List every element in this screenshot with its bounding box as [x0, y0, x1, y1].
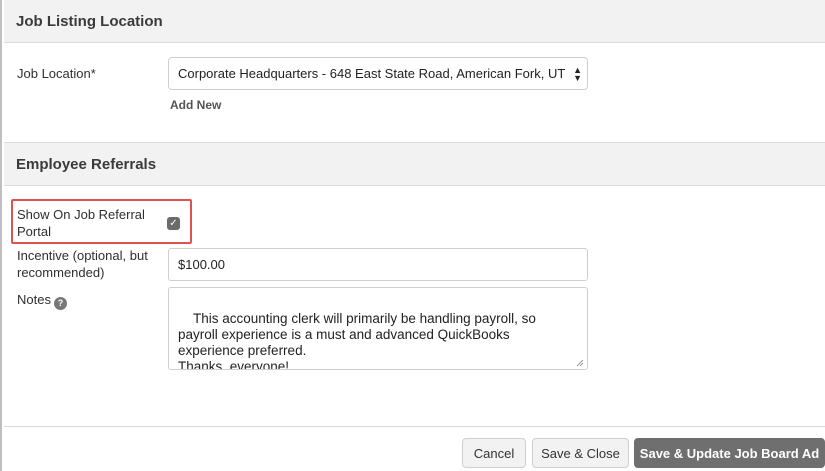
job-location-label: Job Location*: [17, 66, 96, 81]
notes-label: Notes?: [17, 291, 67, 310]
label-line: Show On Job Referral: [17, 207, 145, 222]
footer-divider: [4, 426, 825, 427]
incentive-label: Incentive (optional, but recommended): [17, 247, 148, 281]
incentive-value: $100.00: [178, 257, 225, 272]
section-header-job-listing-location: Job Listing Location: [4, 0, 825, 43]
add-new-location-link[interactable]: Add New: [170, 98, 221, 112]
form-panel: Job Listing Location Job Location* Corpo…: [0, 0, 825, 471]
check-icon: ✓: [169, 217, 178, 229]
section-header-employee-referrals: Employee Referrals: [4, 142, 825, 186]
job-location-selected-value: Corporate Headquarters - 648 East State …: [178, 66, 566, 81]
label-line: Incentive (optional, but: [17, 248, 148, 263]
section-title: Employee Referrals: [16, 155, 157, 173]
show-on-referral-portal-label: Show On Job Referral Portal: [17, 206, 145, 240]
resize-grip-icon[interactable]: [576, 359, 584, 367]
show-on-referral-portal-checkbox[interactable]: ✓: [167, 217, 180, 230]
notes-label-text: Notes: [17, 292, 51, 307]
question-circle-icon[interactable]: ?: [53, 297, 67, 310]
save-and-update-job-board-ad-button[interactable]: Save & Update Job Board Ad: [634, 438, 825, 468]
notes-textarea[interactable]: This accounting clerk will primarily be …: [168, 287, 588, 370]
save-and-close-button[interactable]: Save & Close: [532, 438, 629, 468]
section-title: Job Listing Location: [16, 12, 163, 30]
select-arrows-icon: ▲ ▼: [573, 65, 582, 83]
label-line: Portal: [17, 224, 51, 239]
cancel-button[interactable]: Cancel: [462, 438, 526, 468]
incentive-input[interactable]: $100.00: [168, 248, 588, 281]
notes-value: This accounting clerk will primarily be …: [178, 311, 536, 370]
label-line: recommended): [17, 265, 105, 280]
job-location-select[interactable]: Corporate Headquarters - 648 East State …: [168, 57, 588, 90]
